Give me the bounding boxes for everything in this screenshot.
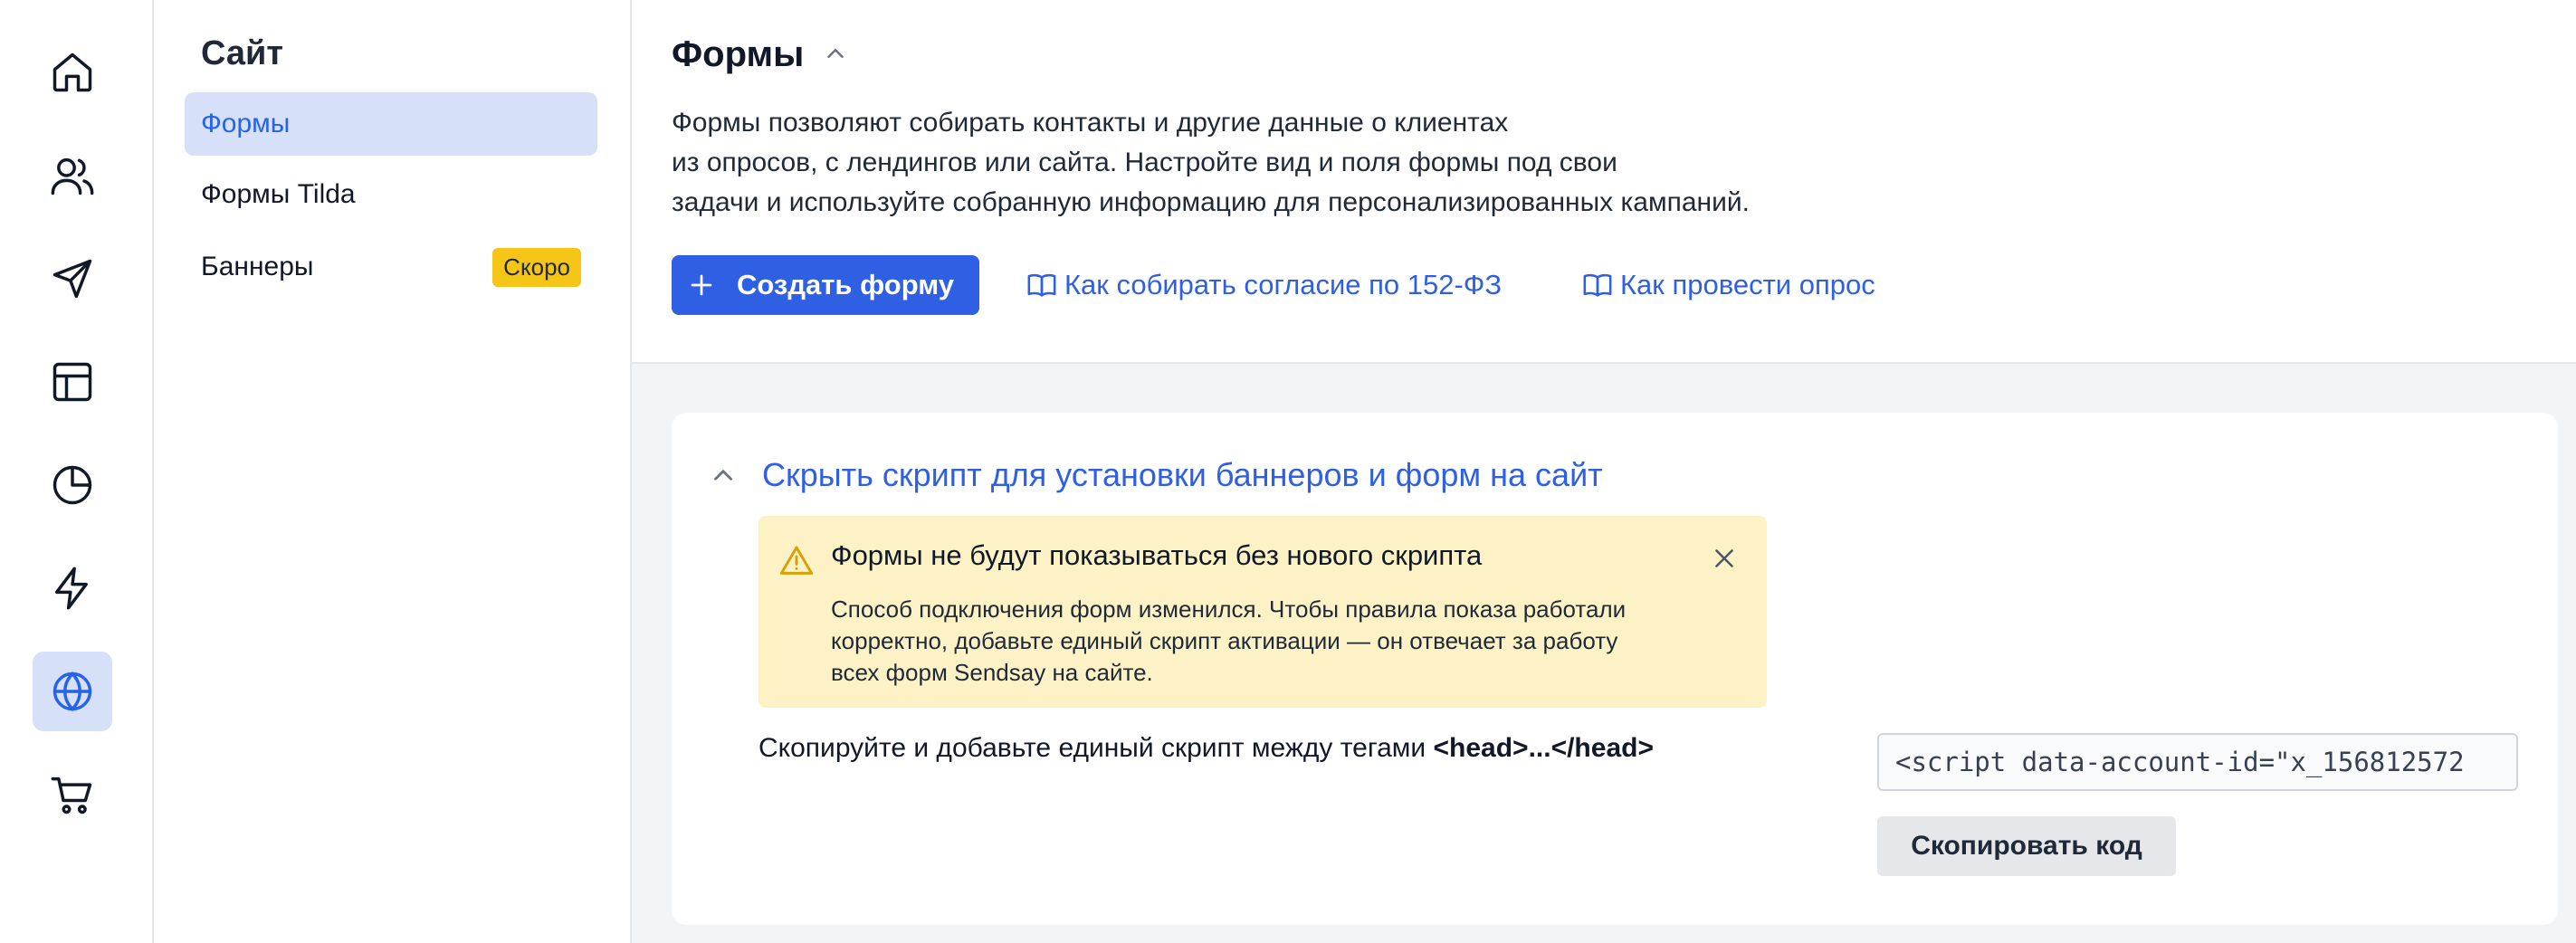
sidebar-item-label: Баннеры	[201, 252, 314, 281]
alert-body-line: корректно, добавьте единый скрипт актива…	[831, 627, 1618, 654]
home-icon	[52, 52, 92, 92]
sidebar-item-forms[interactable]: Формы	[185, 92, 597, 156]
plus-icon	[691, 274, 712, 296]
close-icon[interactable]	[1709, 543, 1740, 574]
rail-item-analytics[interactable]	[33, 445, 112, 525]
icon-rail	[0, 0, 154, 943]
alert-title: Формы не будут показываться без нового с…	[831, 539, 1483, 571]
create-form-button[interactable]: Создать форму	[672, 255, 979, 315]
alert-body: Способ подключения форм изменился. Чтобы…	[831, 594, 1736, 689]
section-sidebar: Сайт Формы Формы Tilda Баннеры Скоро	[154, 0, 632, 943]
main-content: Формы Формы позволяют собирать контакты …	[632, 0, 2576, 943]
link-label: Как провести опрос	[1620, 269, 1875, 300]
soon-badge: Скоро	[492, 248, 581, 287]
sidebar-item-label: Формы Tilda	[201, 179, 356, 209]
copy-code-button[interactable]: Скопировать код	[1877, 816, 2176, 876]
page-header: Формы Формы позволяют собирать контакты …	[632, 0, 2576, 364]
rail-item-ecommerce[interactable]	[33, 755, 112, 834]
rail-item-site[interactable]	[33, 652, 112, 731]
rail-item-campaigns[interactable]	[33, 239, 112, 319]
cart-icon	[51, 776, 92, 814]
globe-icon	[52, 671, 92, 712]
book-icon	[1027, 273, 1056, 297]
alert-body-line: всех форм Sendsay на сайте.	[831, 659, 1153, 686]
link-label: Как собирать согласие по 152-ФЗ	[1064, 269, 1503, 300]
chevron-up-icon[interactable]	[822, 40, 849, 67]
description-line: Формы позволяют собирать контакты и друг…	[672, 108, 1509, 138]
page-description: Формы позволяют собирать контакты и друг…	[672, 103, 2029, 223]
app-root: Сайт Формы Формы Tilda Баннеры Скоро Фор…	[0, 0, 2576, 943]
instruction-text: Скопируйте и добавьте единый скрипт межд…	[758, 733, 1434, 763]
sidebar-item-banners[interactable]: Баннеры Скоро	[185, 235, 597, 299]
description-line: из опросов, с лендингов или сайта. Настр…	[672, 148, 1617, 177]
book-icon	[1583, 273, 1612, 297]
rail-item-contacts[interactable]	[33, 136, 112, 215]
rail-item-automation[interactable]	[33, 548, 112, 628]
warning-icon	[779, 546, 814, 575]
sidebar-item-tilda-forms[interactable]: Формы Tilda	[185, 163, 597, 226]
script-card: Скрыть скрипт для установки баннеров и ф…	[672, 413, 2558, 925]
instruction-tags: <head>...</head>	[1433, 733, 1654, 763]
lightning-icon	[54, 567, 88, 610]
script-code-field[interactable]: <script data-account-id="x_156812572	[1877, 733, 2518, 791]
chevron-up-icon	[714, 469, 732, 481]
consent-guide-link[interactable]: Как собирать согласие по 152-ФЗ	[1026, 264, 1502, 306]
alert-body-line: Способ подключения форм изменился. Чтобы…	[831, 595, 1627, 623]
page-title: Формы	[672, 34, 805, 74]
description-line: задачи и используйте собранную информаци…	[672, 187, 1750, 217]
send-icon	[52, 259, 92, 299]
rail-item-home[interactable]	[33, 33, 112, 112]
toggle-label: Скрыть скрипт для установки баннеров и ф…	[762, 456, 1603, 493]
warning-alert: Формы не будут показываться без нового с…	[758, 516, 1767, 708]
install-instruction: Скопируйте и добавьте единый скрипт межд…	[758, 733, 1654, 764]
hide-script-toggle[interactable]: Скрыть скрипт для установки баннеров и ф…	[708, 452, 1603, 498]
sidebar-title: Сайт	[201, 34, 284, 72]
rail-item-templates[interactable]	[33, 342, 112, 422]
survey-guide-link[interactable]: Как провести опрос	[1582, 264, 1875, 306]
create-form-label: Создать форму	[737, 269, 955, 300]
users-icon	[51, 157, 94, 195]
sidebar-item-label: Формы	[201, 109, 291, 138]
pie-chart-icon	[52, 465, 92, 505]
layout-icon	[52, 362, 92, 402]
